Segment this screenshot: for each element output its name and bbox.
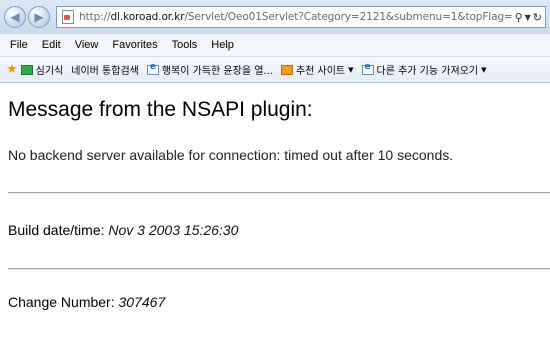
error-message: No backend server available for connecti…	[8, 147, 454, 163]
chevron-down-icon: ▼	[348, 65, 354, 74]
url-buttons: ⚲ ▼ ↻	[512, 11, 545, 24]
menu-help[interactable]: Help	[204, 39, 241, 51]
back-button[interactable]: ◀	[4, 6, 26, 28]
menu-tools[interactable]: Tools	[165, 39, 205, 51]
favorite-item[interactable]: 다른 추가 기능 가져오기 ▼	[361, 62, 487, 77]
url-path: /Servlet/Oeo01Servlet?Category=2121&subm…	[184, 11, 512, 23]
menu-favorites[interactable]: Favorites	[105, 39, 164, 51]
favorite-item[interactable]: 행복이 가득한 윤장을 열...	[146, 62, 273, 77]
ie-page-icon	[146, 62, 159, 75]
favorite-item[interactable]: 심기식	[20, 62, 64, 77]
divider	[8, 192, 550, 194]
page-icon	[62, 10, 74, 24]
address-bar-row: ◀ ▶ http://dl.koroad.or.kr/Servlet/Oeo01…	[0, 0, 550, 34]
change-label: Change Number:	[8, 294, 115, 310]
favorite-label: 다른 추가 기능 가져오기	[376, 66, 479, 77]
favorite-label: 네이버 통합검색	[71, 66, 139, 77]
divider	[8, 268, 550, 270]
forward-button[interactable]: ▶	[28, 6, 50, 28]
favorite-item[interactable]: 추천 사이트 ▼	[280, 62, 354, 77]
menu-file[interactable]: File	[0, 39, 35, 51]
menu-bar: File Edit View Favorites Tools Help	[0, 34, 550, 57]
menu-view[interactable]: View	[68, 39, 106, 51]
green-icon	[20, 64, 33, 75]
refresh-icon[interactable]: ↻	[533, 11, 542, 24]
change-value: 307467	[118, 294, 166, 310]
build-value: Nov 3 2003 15:26:30	[108, 222, 239, 238]
chevron-down-icon: ▼	[481, 65, 487, 74]
favorite-label: 추천 사이트	[295, 66, 346, 77]
url-text: http://dl.koroad.or.kr/Servlet/Oeo01Serv…	[79, 11, 512, 23]
orange-icon	[280, 64, 293, 75]
page-title: Message from the NSAPI plugin:	[8, 98, 313, 121]
favorite-label: 행복이 가득한 윤장을 열...	[161, 66, 273, 77]
favorites-star-icon[interactable]: ★	[6, 62, 18, 77]
forward-arrow-icon: ▶	[34, 10, 44, 24]
build-label: Build date/time:	[8, 222, 105, 238]
dropdown-icon[interactable]: ▼	[525, 13, 531, 22]
favorites-bar: ★ 심기식 네이버 통합검색 행복이 가득한 윤장을 열... 추천 사이트 ▼…	[0, 57, 550, 83]
back-arrow-icon: ◀	[10, 10, 20, 24]
url-input[interactable]: http://dl.koroad.or.kr/Servlet/Oeo01Serv…	[56, 6, 546, 28]
favorite-label: 심기식	[35, 66, 64, 77]
url-prefix: http://	[79, 11, 111, 23]
search-icon[interactable]: ⚲	[515, 11, 523, 24]
menu-edit[interactable]: Edit	[35, 39, 68, 51]
ie-page-icon	[361, 62, 374, 75]
change-info: Change Number: 307467	[8, 294, 165, 310]
url-host: dl.koroad.or.kr	[110, 11, 185, 23]
build-info: Build date/time: Nov 3 2003 15:26:30	[8, 222, 238, 238]
favorite-item[interactable]: 네이버 통합검색	[71, 62, 139, 77]
